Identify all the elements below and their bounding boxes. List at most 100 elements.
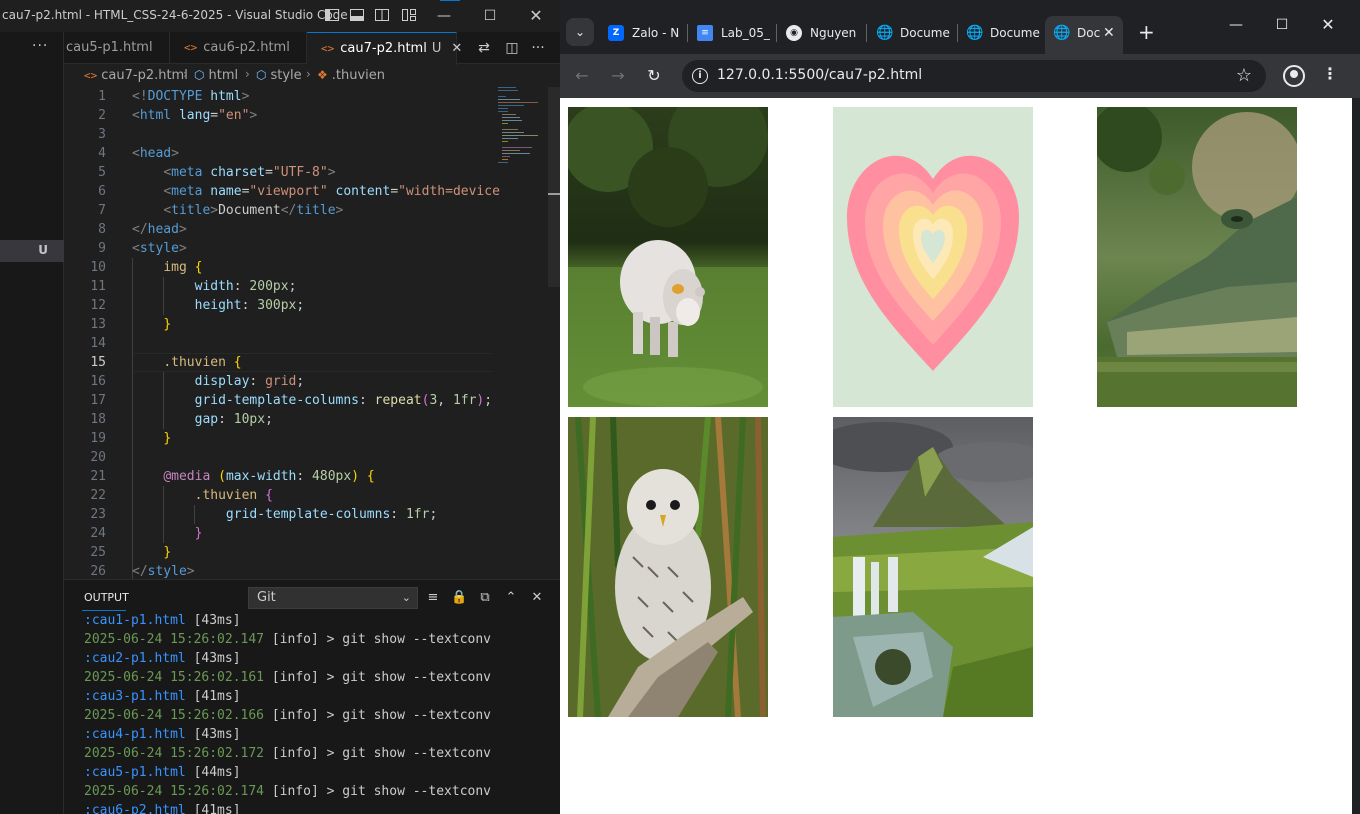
explorer-selected-file[interactable]: U (0, 240, 64, 262)
code-line: <!DOCTYPE html> (132, 89, 250, 104)
tab-search-icon[interactable]: ⌄ (566, 18, 594, 46)
code-line: grid-template-columns: 1fr; (225, 507, 438, 522)
output-line: 2025-06-24 15:26:02.172 [info] > git sho… (84, 746, 492, 761)
minimap-line (502, 150, 520, 151)
minimap-line (498, 105, 524, 106)
reload-icon[interactable]: ↻ (642, 64, 666, 88)
lock-scroll-icon[interactable]: 🔒 (451, 590, 467, 606)
line-number: 21 (90, 469, 106, 484)
code-line: <style> (132, 241, 187, 256)
code-line: } (163, 431, 172, 446)
breadcrumb-html[interactable]: ⬡ html (194, 68, 238, 83)
output-line: 2025-06-24 15:26:02.166 [info] > git sho… (84, 708, 492, 723)
output-panel: OUTPUT Git ⌄ ≡ 🔒 ⧉ ⌃ ✕ :cau1-p1.html [43… (64, 579, 560, 814)
profile-icon[interactable] (1283, 65, 1305, 87)
back-arrow-icon[interactable]: ← (570, 64, 594, 88)
code-line: img { (163, 260, 203, 275)
code-line: } (163, 317, 172, 332)
code-line: </style> (132, 564, 195, 579)
crocodile-photo (1097, 107, 1298, 407)
tab-output[interactable]: OUTPUT (84, 591, 129, 604)
maximize-icon[interactable]: ☐ (1259, 10, 1305, 40)
address-bar[interactable]: i 127.0.0.1:5500/cau7-p2.html ☆ (682, 60, 1266, 92)
new-tab-button[interactable]: + (1138, 22, 1155, 42)
info-icon[interactable]: i (692, 68, 708, 84)
breadcrumb-selector[interactable]: ❖ .thuvien (317, 68, 385, 83)
globe-icon: 🌐 (966, 24, 984, 41)
close-icon[interactable]: ✕ (1305, 10, 1351, 40)
minimap-line (502, 132, 524, 133)
tab-title: Nguyen (810, 26, 857, 40)
tab-cau5-p1[interactable]: cau5-p1.html (64, 32, 170, 64)
line-number: 8 (98, 222, 106, 237)
browser-tab-github[interactable]: ◉ Nguyen (786, 18, 864, 48)
line-number: 19 (90, 431, 106, 446)
line-number: 9 (98, 241, 106, 256)
editor-more-icon[interactable]: ··· (530, 40, 546, 56)
browser-tab-document-2[interactable]: 🌐 Docume (966, 18, 1042, 48)
kebab-menu-icon[interactable]: ⋮ (1322, 64, 1338, 83)
editor-scrollbar[interactable] (548, 87, 560, 287)
line-number: 7 (98, 203, 106, 218)
open-changes-icon[interactable]: ⇄ (476, 40, 492, 56)
minimap-line (498, 99, 520, 100)
line-number: 15 (90, 355, 106, 370)
output-line: :cau6-p2.html [41ms] (84, 803, 241, 814)
customize-layout-icon[interactable] (401, 7, 417, 23)
globe-icon: 🌐 (1053, 24, 1071, 41)
minimap-line (502, 141, 508, 142)
maximize-icon[interactable]: ☐ (470, 0, 510, 32)
more-actions-icon[interactable]: ··· (32, 38, 48, 54)
browser-tab-zalo[interactable]: Z Zalo - N (608, 18, 690, 48)
symbol-element-icon: ⬡ (256, 68, 267, 82)
untracked-badge: U (38, 243, 48, 257)
minimize-icon[interactable]: — (424, 0, 464, 32)
close-panel-icon[interactable]: ✕ (529, 590, 545, 606)
chevron-right-icon: › (183, 67, 188, 81)
browser-tab-document-active[interactable]: 🌐 Doc ✕ (1045, 16, 1123, 54)
line-number: 13 (90, 317, 106, 332)
code-line: </head> (132, 222, 187, 237)
split-editor-icon[interactable]: ◫ (504, 40, 520, 56)
bookmark-star-icon[interactable]: ☆ (1236, 65, 1252, 86)
code-line: } (163, 545, 172, 560)
toggle-panel-icon[interactable] (349, 7, 365, 23)
chevron-right-icon: › (306, 67, 311, 81)
minimize-icon[interactable]: — (1213, 10, 1259, 40)
line-number: 23 (90, 507, 106, 522)
line-number: 20 (90, 450, 106, 465)
minimap[interactable] (498, 87, 550, 167)
output-channel-select[interactable]: Git ⌄ (248, 587, 418, 609)
breadcrumb-style[interactable]: ⬡ style (256, 68, 302, 83)
owl-image (568, 417, 768, 717)
tab-cau7-p2[interactable]: <> cau7-p2.html U ✕ (307, 32, 462, 65)
symbol-class-icon: ❖ (317, 68, 328, 82)
browser-tab-document-1[interactable]: 🌐 Docume (876, 18, 954, 48)
close-icon[interactable]: ✕ (516, 0, 556, 32)
tab-separator (866, 24, 867, 42)
tab-title: Zalo - N (632, 26, 680, 40)
toggle-sidebar-icon[interactable] (324, 7, 340, 23)
toggle-secondary-sidebar-icon[interactable] (374, 7, 390, 23)
owl-photo (568, 417, 768, 717)
url-text: 127.0.0.1:5500/cau7-p2.html (717, 67, 923, 83)
open-in-editor-icon[interactable]: ⧉ (477, 590, 493, 606)
window-title: cau7-p2.html - HTML_CSS-24-6-2025 - Visu… (2, 8, 348, 22)
browser-tab-lab05[interactable]: ≡ Lab_05_ (697, 18, 771, 48)
page-scrollbar[interactable] (1352, 98, 1360, 814)
tab-close-icon[interactable]: ✕ (451, 41, 462, 56)
tab-close-icon[interactable]: ✕ (1103, 16, 1115, 50)
code-editor[interactable]: 1 2 3 4 5 6 7 8 9 10 11 12 13 14 15 16 1… (64, 87, 560, 579)
line-number: 11 (90, 279, 106, 294)
forward-arrow-icon[interactable]: → (606, 64, 630, 88)
clear-output-icon[interactable]: ≡ (425, 590, 441, 606)
output-line: 2025-06-24 15:26:02.161 [info] > git sho… (84, 670, 492, 685)
tab-cau6-p2[interactable]: <> cau6-p2.html (170, 32, 307, 64)
tab-title: Lab_05_ (721, 26, 770, 40)
breadcrumb-file[interactable]: <> cau7-p2.html (84, 68, 188, 83)
line-number: 10 (90, 260, 106, 275)
html-file-icon: <> (184, 41, 198, 54)
maximize-panel-icon[interactable]: ⌃ (503, 590, 519, 606)
code-line: @media (max-width: 480px) { (163, 469, 375, 484)
photo-gallery (568, 107, 1352, 717)
